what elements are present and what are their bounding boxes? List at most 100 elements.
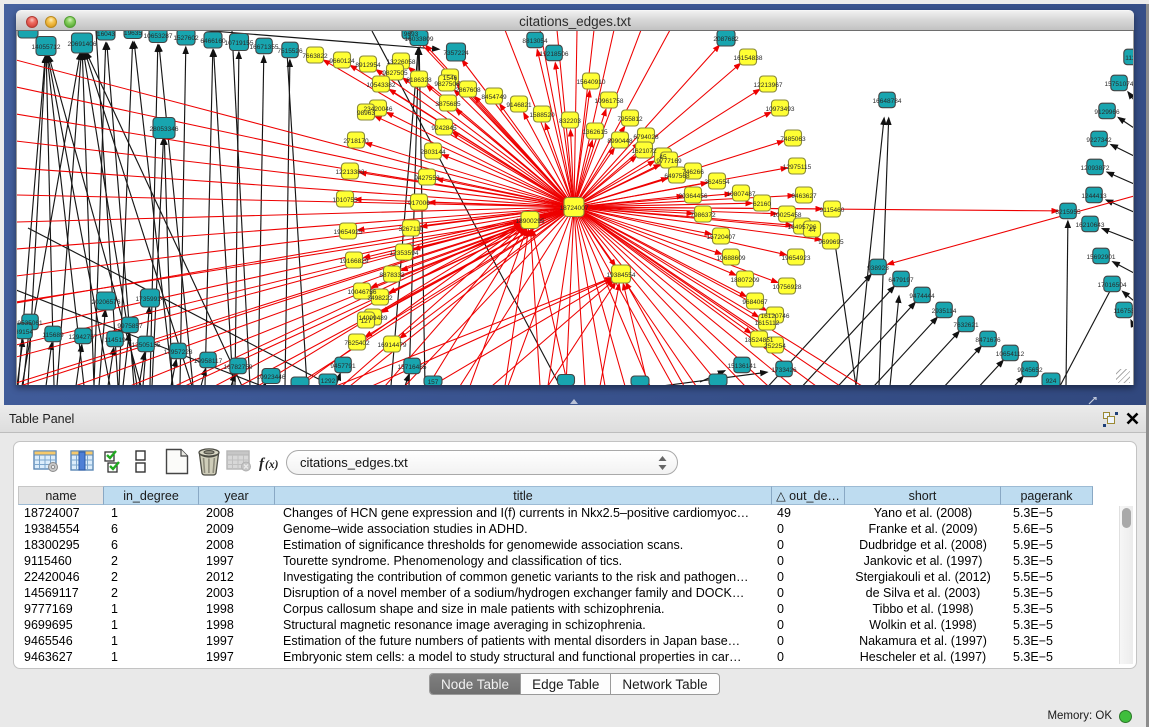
svg-text:1292: 1292 (321, 378, 336, 385)
svg-text:9245652: 9245652 (1017, 367, 1043, 374)
svg-text:98963: 98963 (357, 110, 375, 117)
svg-text:9242845: 9242845 (431, 125, 457, 132)
svg-text:8813054: 8813054 (522, 38, 548, 45)
svg-text:1362615: 1362615 (582, 129, 608, 136)
svg-text:28053346: 28053346 (150, 126, 179, 133)
svg-text:12213967: 12213967 (754, 82, 783, 89)
svg-text:832203: 832203 (559, 118, 581, 125)
svg-text:115689: 115689 (42, 332, 64, 339)
svg-text:127: 127 (361, 318, 372, 325)
svg-text:16033809: 16033809 (405, 36, 434, 43)
svg-text:19635: 19635 (124, 31, 142, 37)
svg-text:1010755: 1010755 (332, 197, 358, 204)
svg-text:15692901: 15692901 (1087, 254, 1116, 261)
svg-text:8990448: 8990448 (607, 138, 633, 145)
svg-text:10688609: 10688609 (717, 255, 746, 262)
svg-text:19166829: 19166829 (340, 258, 369, 265)
svg-text:9129966: 9129966 (1094, 109, 1120, 116)
svg-text:3267110: 3267110 (399, 226, 424, 233)
svg-text:15136141: 15136141 (728, 363, 757, 370)
svg-text:10653287: 10653287 (144, 33, 173, 40)
svg-text:1527602: 1527602 (173, 35, 199, 42)
svg-text:16914479: 16914479 (378, 342, 407, 349)
svg-text:12353594: 12353594 (390, 250, 419, 257)
svg-text:13226058: 13226058 (387, 59, 416, 66)
svg-text:1621072: 1621072 (631, 148, 657, 155)
svg-text:7625402: 7625402 (344, 340, 370, 347)
svg-text:15716485: 15716485 (398, 364, 427, 371)
svg-text:16120746: 16120746 (761, 313, 790, 320)
svg-text:16043: 16043 (97, 31, 115, 38)
svg-text:3875685: 3875685 (435, 101, 461, 108)
svg-text:12942757: 12942757 (69, 334, 98, 341)
svg-text:9457791: 9457791 (330, 363, 356, 370)
svg-text:19218506: 19218506 (540, 51, 569, 58)
svg-text:9777169: 9777169 (656, 158, 682, 165)
svg-text:9975857: 9975857 (117, 323, 143, 330)
svg-text:114519: 114519 (104, 337, 126, 344)
svg-text:7515526: 7515526 (277, 48, 303, 55)
svg-text:6466160: 6466160 (200, 38, 226, 45)
svg-text:9115460: 9115460 (820, 207, 845, 214)
svg-text:3624554: 3624554 (704, 179, 730, 186)
svg-text:2718170: 2718170 (343, 138, 369, 145)
svg-text:9684067: 9684067 (742, 299, 768, 306)
svg-text:8215955: 8215955 (1055, 209, 1081, 216)
svg-text:18900295: 18900295 (516, 218, 545, 225)
svg-text:7986372: 7986372 (690, 212, 716, 219)
svg-text:7357224: 7357224 (443, 50, 469, 57)
svg-text:8471676: 8471676 (975, 337, 1001, 344)
svg-text:2803144: 2803144 (420, 149, 446, 156)
svg-text:6794028: 6794028 (633, 134, 659, 141)
svg-text:116753: 116753 (1113, 308, 1134, 315)
svg-text:10756928: 10756928 (773, 284, 802, 291)
svg-text:8912954: 8912954 (355, 62, 381, 69)
svg-text:6497568: 6497568 (664, 173, 690, 180)
svg-text:10654112: 10654112 (996, 351, 1025, 358)
svg-text:16154838: 16154838 (734, 55, 763, 62)
svg-text:3498222: 3498222 (367, 295, 393, 302)
svg-text:6479197: 6479197 (888, 277, 914, 284)
svg-text:9699695: 9699695 (818, 239, 844, 246)
svg-text:1615112: 1615112 (755, 320, 780, 327)
svg-text:1733426: 1733426 (771, 367, 797, 374)
svg-text:8186328: 8186328 (406, 77, 432, 84)
svg-text:17957223: 17957223 (164, 349, 193, 356)
svg-text:16648784: 16648784 (873, 98, 902, 105)
svg-text:8878332: 8878332 (379, 272, 405, 279)
svg-text:(x): (x) (265, 459, 279, 471)
svg-text:2087682: 2087682 (713, 36, 739, 43)
svg-text:12213383: 12213383 (336, 169, 365, 176)
svg-text:10973493: 10973493 (766, 106, 795, 113)
svg-text:7955812: 7955812 (617, 116, 643, 123)
svg-text:17016504: 17016504 (1098, 282, 1127, 289)
svg-text:9427552: 9427552 (414, 175, 440, 182)
svg-text:2867608: 2867608 (455, 87, 481, 94)
svg-text:10807487: 10807487 (727, 191, 756, 198)
svg-text:10923446: 10923446 (257, 374, 286, 381)
svg-text:16210643: 16210643 (1076, 222, 1105, 229)
svg-text:16671355: 16671355 (250, 44, 279, 51)
svg-text:7663822: 7663822 (302, 53, 328, 60)
svg-text:18807209: 18807209 (731, 277, 760, 284)
svg-text:252254: 252254 (764, 343, 786, 350)
svg-text:44: 44 (808, 227, 816, 234)
svg-text:1588520: 1588520 (529, 112, 555, 119)
svg-text:1244413: 1244413 (1081, 193, 1107, 200)
svg-text:15720407: 15720407 (707, 234, 736, 241)
svg-text:9474444: 9474444 (909, 293, 935, 300)
svg-text:8454749: 8454749 (481, 94, 507, 101)
svg-text:20364456: 20364456 (679, 193, 708, 200)
svg-text:14055712: 14055712 (32, 44, 61, 51)
svg-text:917006: 917006 (408, 200, 430, 207)
svg-text:39154: 39154 (17, 329, 33, 336)
svg-text:10961758: 10961758 (595, 98, 624, 105)
svg-text:20691406: 20691406 (68, 41, 97, 48)
svg-text:9227342: 9227342 (1086, 137, 1112, 144)
svg-text:7632621: 7632621 (953, 322, 979, 329)
svg-text:12975115: 12975115 (783, 164, 812, 171)
svg-text:19654923: 19654923 (782, 255, 811, 262)
svg-text:924: 924 (1046, 378, 1057, 385)
svg-text:157: 157 (428, 379, 439, 385)
svg-text:2935114: 2935114 (932, 308, 957, 315)
